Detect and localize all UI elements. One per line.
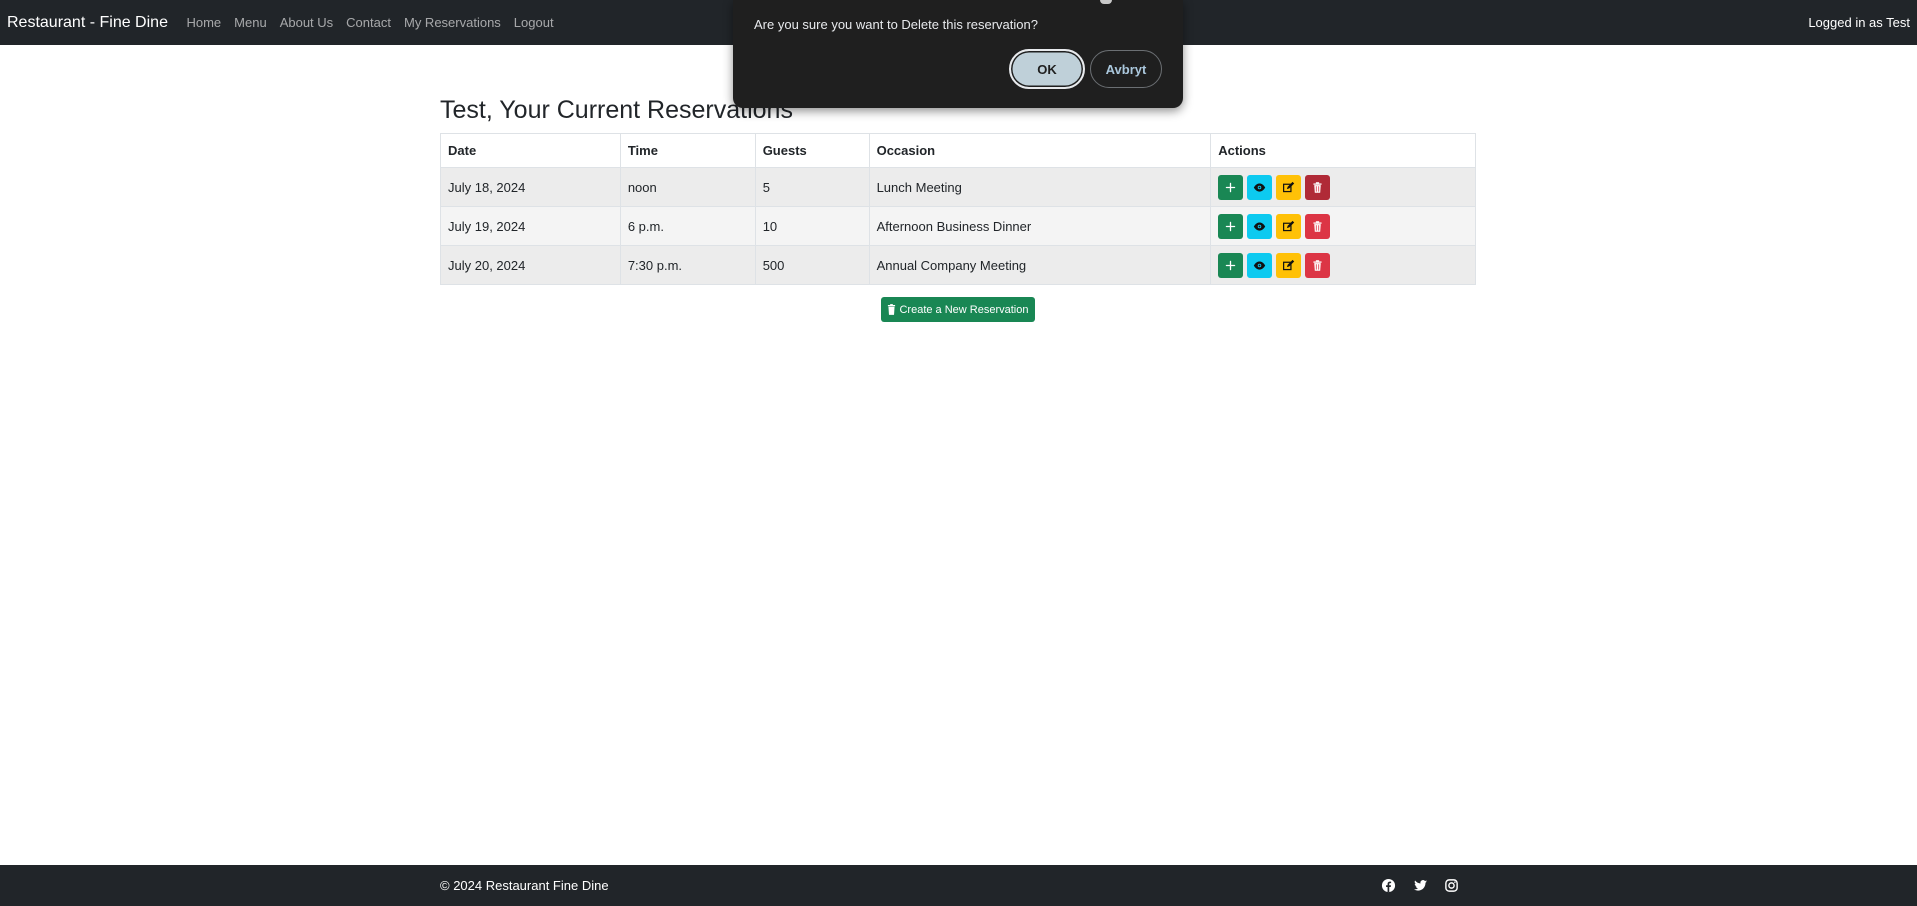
edit-button[interactable] [1276,252,1302,278]
brand-logo[interactable]: Restaurant - Fine Dine [7,14,168,32]
logged-in-status: Logged in as Test [1808,15,1910,30]
delete-button[interactable] [1305,213,1331,239]
dialog-cancel-button[interactable]: Avbryt [1090,50,1162,88]
table-row: July 19, 2024 6 p.m. 10 Afternoon Busine… [440,206,1476,246]
trash-icon [1313,181,1322,193]
add-button[interactable] [1218,252,1244,278]
view-button[interactable] [1247,252,1273,278]
plus-icon [1226,221,1236,231]
nav-home[interactable]: Home [186,15,221,30]
edit-icon [1283,181,1295,192]
eye-icon [1254,260,1266,270]
add-button[interactable] [1218,213,1244,239]
nav-links: Home Menu About Us Contact My Reservatio… [180,15,560,30]
create-reservation-label: Create a New Reservation [899,303,1029,316]
row-actions [1218,174,1468,200]
cell-date: July 20, 2024 [440,245,621,285]
twitter-icon[interactable] [1413,878,1428,893]
row-actions [1218,252,1468,278]
instagram-icon[interactable] [1444,878,1459,893]
nav-menu[interactable]: Menu [234,15,267,30]
reservations-table: Date Time Guests Occasion Actions July 1… [440,133,1476,285]
cell-occasion: Afternoon Business Dinner [868,206,1212,246]
cell-actions [1210,245,1476,285]
cell-date: July 19, 2024 [440,206,621,246]
cell-guests: 10 [754,206,870,246]
table-row: July 18, 2024 noon 5 Lunch Meeting [440,167,1476,207]
confirm-dialog: Are you sure you want to Delete this res… [733,0,1183,108]
edit-button[interactable] [1276,213,1302,239]
cell-time: 6 p.m. [619,206,756,246]
trash-icon [888,304,896,315]
dialog-ok-button[interactable]: OK [1009,49,1085,89]
plus-icon [1226,260,1236,270]
cell-date: July 18, 2024 [440,167,621,207]
add-button[interactable] [1218,174,1244,200]
table-header-row: Date Time Guests Occasion Actions [440,133,1476,168]
trash-icon [1313,220,1322,232]
column-header-occasion: Occasion [868,133,1212,168]
cell-occasion: Lunch Meeting [868,167,1212,207]
eye-icon [1254,182,1266,192]
row-actions [1218,213,1468,239]
view-button[interactable] [1247,213,1273,239]
plus-icon [1226,182,1236,192]
nav-logout[interactable]: Logout [514,15,554,30]
eye-icon [1254,221,1266,231]
column-header-actions: Actions [1210,133,1476,168]
cell-actions [1210,206,1476,246]
footer: © 2024 Restaurant Fine Dine [0,865,1917,906]
nav-my-reservations[interactable]: My Reservations [404,15,501,30]
delete-button[interactable] [1305,252,1331,278]
cell-time: 7:30 p.m. [619,245,756,285]
cell-occasion: Annual Company Meeting [868,245,1212,285]
column-header-guests: Guests [754,133,870,168]
edit-icon [1283,259,1295,270]
copyright-text: © 2024 Restaurant Fine Dine [440,878,609,893]
cell-actions [1210,167,1476,207]
table-row: July 20, 2024 7:30 p.m. 500 Annual Compa… [440,245,1476,285]
cell-guests: 500 [754,245,870,285]
nav-contact[interactable]: Contact [346,15,391,30]
trash-icon [1313,259,1322,271]
nav-about-us[interactable]: About Us [280,15,333,30]
cell-guests: 5 [754,167,870,207]
delete-button[interactable] [1305,174,1331,200]
dialog-message: Are you sure you want to Delete this res… [754,17,1038,32]
edit-icon [1283,220,1295,231]
view-button[interactable] [1247,174,1273,200]
column-header-date: Date [440,133,621,168]
create-reservation-button[interactable]: Create a New Reservation [881,297,1035,322]
column-header-time: Time [619,133,756,168]
edit-button[interactable] [1276,174,1302,200]
facebook-icon[interactable] [1381,878,1396,893]
cell-time: noon [619,167,756,207]
